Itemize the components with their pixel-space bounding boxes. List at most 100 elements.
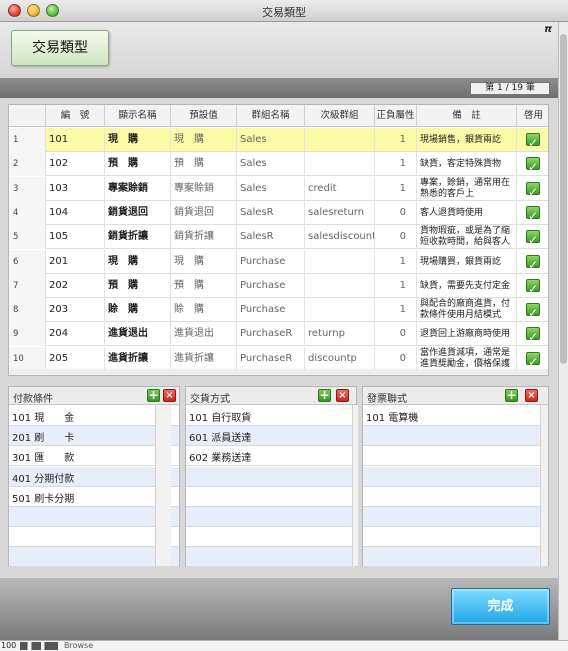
row-display-name[interactable]: 現 購 bbox=[105, 128, 171, 152]
list-item[interactable] bbox=[363, 547, 548, 568]
row-group[interactable]: SalesR bbox=[237, 225, 305, 250]
row-subgroup[interactable]: salesreturn bbox=[305, 200, 375, 225]
enabled-checkbox[interactable] bbox=[526, 131, 540, 152]
status-toolbar-icons[interactable] bbox=[20, 642, 58, 650]
row-subgroup[interactable] bbox=[305, 152, 375, 177]
row-default[interactable]: 現 購 bbox=[171, 128, 237, 152]
row-subgroup[interactable] bbox=[305, 298, 375, 323]
list-item[interactable] bbox=[363, 527, 548, 548]
row-group[interactable]: Sales bbox=[237, 128, 305, 152]
enabled-checkbox[interactable] bbox=[526, 180, 540, 201]
row-group[interactable]: SalesR bbox=[237, 200, 305, 225]
row-code[interactable]: 101 bbox=[46, 128, 105, 152]
row-default[interactable]: 賒 購 bbox=[171, 298, 237, 323]
delete-payment-term-button[interactable]: × bbox=[163, 389, 176, 402]
row-note[interactable]: 客人退貨時使用 bbox=[417, 200, 517, 225]
row-note[interactable]: 退貨回上游廠商時使用 bbox=[417, 322, 517, 347]
row-display-name[interactable]: 預 購 bbox=[105, 152, 171, 177]
row-subgroup[interactable] bbox=[305, 128, 375, 152]
row-code[interactable]: 202 bbox=[46, 273, 105, 298]
row-note[interactable]: 缺貨，客定特殊貨物 bbox=[417, 152, 517, 177]
row-subgroup[interactable]: salesdiscount bbox=[305, 225, 375, 250]
table-row[interactable]: 1 101 現 購現 購 Sales 1 現場銷售，銀貨兩訖 bbox=[9, 128, 548, 152]
row-code[interactable]: 105 bbox=[46, 225, 105, 250]
row-note[interactable]: 專案，賒銷，通常用在熟悉的客戶上 bbox=[417, 176, 517, 201]
add-delivery-method-button[interactable]: + bbox=[318, 389, 331, 402]
row-display-name[interactable]: 進貨折讓 bbox=[105, 346, 171, 371]
list-item[interactable] bbox=[186, 547, 356, 568]
row-code[interactable]: 102 bbox=[46, 152, 105, 177]
list-item[interactable]: 201 刷 卡 bbox=[9, 426, 179, 447]
row-note[interactable]: 貨物瑕疵，或是為了縮短收款時間，給與客人 bbox=[417, 225, 517, 250]
row-sign[interactable]: 0 bbox=[375, 225, 417, 250]
list-item[interactable]: 101 電算機 bbox=[363, 406, 548, 426]
row-display-name[interactable]: 賒 購 bbox=[105, 298, 171, 323]
table-row[interactable]: 5 105 銷貨折讓 銷貨折讓 SalesR salesdiscount 0 貨物瑕疵，或是為… bbox=[9, 225, 548, 250]
table-row[interactable]: 6 201 現 購現 購 Purchase 1 現場購買，銀貨兩訖 bbox=[9, 249, 548, 274]
row-group[interactable]: PurchaseR bbox=[237, 322, 305, 347]
list-item[interactable]: 602 業務送達 bbox=[186, 446, 356, 467]
enabled-checkbox[interactable] bbox=[526, 204, 540, 225]
row-sign[interactable]: 1 bbox=[375, 152, 417, 177]
list-item[interactable]: 401 分期付款 bbox=[9, 466, 179, 487]
delete-invoice-type-button[interactable]: × bbox=[525, 389, 538, 402]
list-item[interactable]: 601 派員送達 bbox=[186, 426, 356, 447]
row-group[interactable]: PurchaseR bbox=[237, 346, 305, 371]
list-item[interactable] bbox=[363, 446, 548, 467]
enabled-checkbox[interactable] bbox=[526, 253, 540, 274]
table-row[interactable]: 2 102 預 購預 購 Sales 1 缺貨，客定特殊貨物 bbox=[9, 152, 548, 177]
list-item[interactable] bbox=[9, 507, 179, 527]
row-default[interactable]: 進貨折讓 bbox=[171, 346, 237, 371]
row-display-name[interactable]: 進貨退出 bbox=[105, 322, 171, 347]
row-display-name[interactable]: 預 購 bbox=[105, 273, 171, 298]
list-item[interactable] bbox=[363, 487, 548, 507]
enabled-checkbox[interactable] bbox=[526, 277, 540, 298]
row-default[interactable]: 銷貨退回 bbox=[171, 200, 237, 225]
list-item[interactable]: 301 匯 款 bbox=[9, 446, 179, 467]
row-default[interactable]: 預 購 bbox=[171, 152, 237, 177]
row-sign[interactable]: 1 bbox=[375, 249, 417, 274]
row-group[interactable]: Sales bbox=[237, 176, 305, 201]
row-group[interactable]: Purchase bbox=[237, 298, 305, 323]
row-display-name[interactable]: 專案賒銷 bbox=[105, 176, 171, 201]
table-row[interactable]: 9 204 進貨退出 進貨退出 PurchaseR returnp 0 退貨回上游廠商時使用 bbox=[9, 322, 548, 347]
done-button[interactable]: 完成 bbox=[451, 588, 550, 625]
row-sign[interactable]: 1 bbox=[375, 273, 417, 298]
list-item[interactable] bbox=[363, 507, 548, 527]
mode-indicator[interactable]: Browse bbox=[64, 641, 93, 650]
row-display-name[interactable]: 銷貨折讓 bbox=[105, 225, 171, 250]
list-item[interactable] bbox=[9, 527, 179, 548]
row-sign[interactable]: 1 bbox=[375, 128, 417, 152]
row-sign[interactable]: 1 bbox=[375, 298, 417, 323]
row-group[interactable]: Sales bbox=[237, 152, 305, 177]
table-row[interactable]: 7 202 預 購預 購 Purchase 1 缺貨，需要先支付定金 bbox=[9, 273, 548, 298]
row-sign[interactable]: 0 bbox=[375, 346, 417, 371]
enabled-checkbox[interactable] bbox=[526, 155, 540, 176]
row-default[interactable]: 現 購 bbox=[171, 249, 237, 274]
row-default[interactable]: 預 購 bbox=[171, 273, 237, 298]
row-group[interactable]: Purchase bbox=[237, 273, 305, 298]
row-subgroup[interactable]: discountp bbox=[305, 346, 375, 371]
table-row[interactable]: 10 205 進貨折讓 進貨折讓 PurchaseR discountp 0 當作進貨減項，通… bbox=[9, 346, 548, 371]
row-default[interactable]: 銷貨折讓 bbox=[171, 225, 237, 250]
table-row[interactable]: 4 104 銷貨退回 銷貨退回 SalesR salesreturn 0 客人退貨時使用 bbox=[9, 200, 548, 225]
scrollbar-thumb[interactable] bbox=[560, 34, 567, 364]
transaction-type-button[interactable]: 交易類型 bbox=[11, 30, 109, 66]
enabled-checkbox[interactable] bbox=[526, 228, 540, 249]
row-code[interactable]: 203 bbox=[46, 298, 105, 323]
row-note[interactable]: 當作進貨減項，通常是進貨獎勵金，價格保護 bbox=[417, 346, 517, 371]
row-subgroup[interactable]: credit bbox=[305, 176, 375, 201]
row-code[interactable]: 104 bbox=[46, 200, 105, 225]
row-note[interactable]: 與配合的廠商進貨，付款條件使用月結模式 bbox=[417, 298, 517, 323]
row-default[interactable]: 進貨退出 bbox=[171, 322, 237, 347]
list-item[interactable] bbox=[186, 527, 356, 548]
list-item[interactable] bbox=[9, 547, 179, 568]
list-item[interactable] bbox=[363, 466, 548, 487]
list-item[interactable]: 101 自行取貨 bbox=[186, 406, 356, 426]
list-item[interactable] bbox=[363, 426, 548, 447]
table-row[interactable]: 8 203 賒 購賒 購 Purchase 1 與配合的廠商進貨，付款條件使用月結模式 bbox=[9, 298, 548, 323]
row-sign[interactable]: 1 bbox=[375, 176, 417, 201]
row-note[interactable]: 現場銷售，銀貨兩訖 bbox=[417, 128, 517, 152]
add-invoice-type-button[interactable]: + bbox=[505, 389, 518, 402]
delete-delivery-method-button[interactable]: × bbox=[336, 389, 349, 402]
